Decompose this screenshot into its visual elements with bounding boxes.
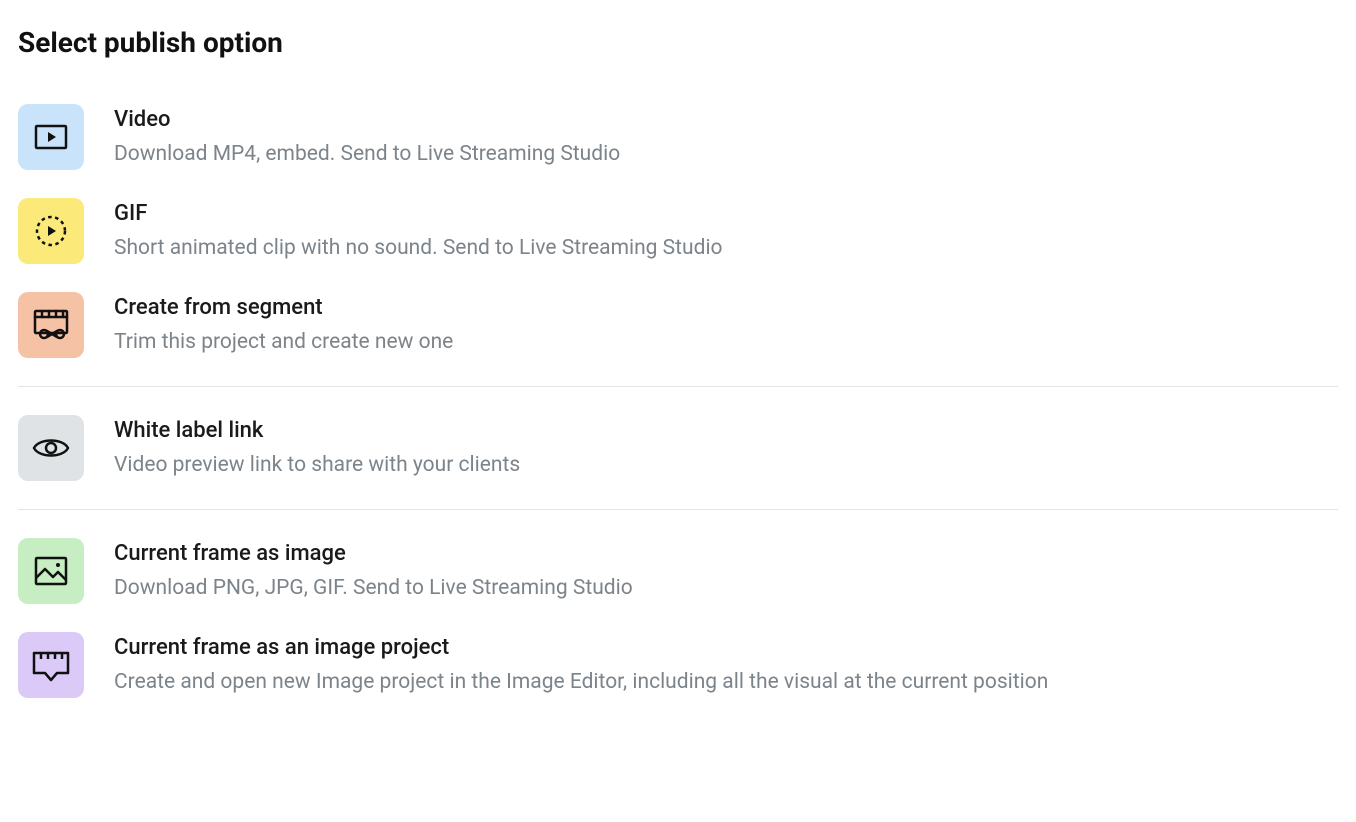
publish-option-frame-image[interactable]: Current frame as image Download PNG, JPG… [18,524,1338,618]
image-icon [18,538,84,604]
publish-option-gif[interactable]: GIF Short animated clip with no sound. S… [18,184,1338,278]
eye-icon [18,415,84,481]
publish-option-desc: Download MP4, embed. Send to Live Stream… [114,140,620,169]
publish-option-title: Current frame as an image project [114,634,1048,663]
publish-option-title: GIF [114,200,723,229]
publish-option-title: Current frame as image [114,540,633,569]
publish-option-video[interactable]: Video Download MP4, embed. Send to Live … [18,90,1338,184]
publish-option-desc: Download PNG, JPG, GIF. Send to Live Str… [114,574,633,603]
publish-option-title: Video [114,106,620,135]
gif-dashed-play-icon [18,198,84,264]
publish-option-desc: Trim this project and create new one [114,328,453,357]
video-play-icon [18,104,84,170]
publish-option-desc: Create and open new Image project in the… [114,668,1048,697]
group-divider [18,509,1338,510]
publish-option-title: White label link [114,417,520,446]
publish-option-desc: Short animated clip with no sound. Send … [114,234,723,263]
publish-option-title: Create from segment [114,294,453,323]
frame-project-icon [18,632,84,698]
publish-option-whitelabel[interactable]: White label link Video preview link to s… [18,401,1338,495]
publish-option-frame-project[interactable]: Current frame as an image project Create… [18,618,1338,712]
group-divider [18,386,1338,387]
page-title: Select publish option [18,26,1338,60]
publish-option-segment[interactable]: Create from segment Trim this project an… [18,278,1338,372]
filmstrip-cut-icon [18,292,84,358]
publish-option-desc: Video preview link to share with your cl… [114,451,520,480]
